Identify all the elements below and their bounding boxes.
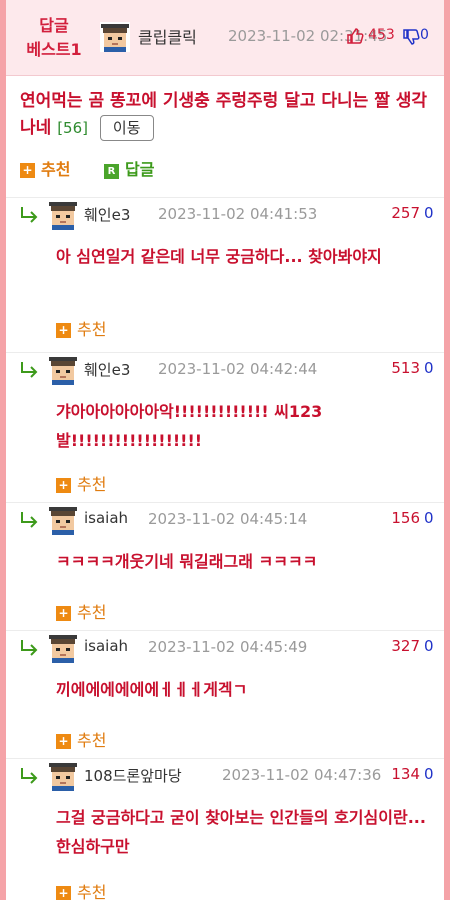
comment-item: 훼인e3 2023-11-02 04:42:44 513 0 갸아아아아아아악!… [6,352,444,502]
comment-up-count[interactable]: 513 [386,359,420,377]
comment-recommend-button[interactable]: + 추천 [56,599,106,623]
best-badge-line2: 베스트1 [26,40,82,59]
comment-recommend-label: 추천 [77,603,107,622]
best-reply-header: 답글 베스트1 클립클릭 2023-11-02 02:31:45 453 0 [6,0,444,76]
comment-date: 2023-11-02 04:47:36 [222,766,382,784]
comment-down-count[interactable]: 0 [424,359,434,377]
comment-date: 2023-11-02 04:42:44 [158,360,318,378]
comment-recommend-label: 추천 [77,320,107,339]
comment-recommend-button[interactable]: + 추천 [56,879,106,900]
comment-down-count[interactable]: 0 [424,637,434,655]
comment-text: 갸아아아아아아악!!!!!!!!!!!!! 씨123발!!!!!!!!!!!!!… [56,402,323,450]
reply-arrow-icon [21,207,38,223]
user-avatar-icon[interactable] [48,761,78,791]
best-reply-text: 연어먹는 곰 똥꼬에 기생충 주렁주렁 달고 다니는 짤 생각나네 [56] 이… [20,88,430,142]
comment-recommend-button[interactable]: + 추천 [56,471,106,495]
comment-down-count[interactable]: 0 [424,765,434,783]
user-avatar-icon[interactable] [48,505,78,535]
move-button[interactable]: 이동 [99,115,154,141]
comment-item: isaiah 2023-11-02 04:45:14 156 0 ㅋㅋㅋㅋ개웃기… [6,502,444,630]
comment-recommend-label: 추천 [77,475,107,494]
user-avatar-icon[interactable] [48,633,78,663]
reply-arrow-icon [21,640,38,656]
comment-nickname[interactable]: 훼인e3 [84,204,130,225]
best-down-count: 0 [420,27,429,43]
reply-arrow-icon [21,512,38,528]
comment-up-count[interactable]: 257 [386,204,420,222]
comment-nickname[interactable]: isaiah [84,509,128,527]
comment-recommend-label: 추천 [77,731,107,750]
comment-nickname[interactable]: isaiah [84,637,128,655]
reply-r-icon: R [104,164,119,179]
comment-recommend-button[interactable]: + 추천 [56,727,106,751]
user-avatar-icon[interactable] [48,355,78,385]
plus-icon: + [20,163,35,178]
best-reply-button[interactable]: R 답글 [104,156,154,180]
plus-icon: + [56,886,71,900]
comment-date: 2023-11-02 04:41:53 [158,205,318,223]
comment-recommend-label: 추천 [77,883,107,900]
thumbs-down-icon [403,29,420,45]
best-nickname[interactable]: 클립클릭 [138,24,197,48]
best-reply-label: 답글 [125,160,155,179]
comment-nickname[interactable]: 훼인e3 [84,359,130,380]
plus-icon: + [56,478,71,493]
comment-up-count[interactable]: 134 [386,765,420,783]
best-reply-count: [56] [57,119,88,137]
plus-icon: + [56,323,71,338]
comment-recommend-button[interactable]: + 추천 [56,316,106,340]
best-recommend-button[interactable]: + 추천 [20,156,70,180]
best-recommend-label: 추천 [41,160,71,179]
comment-item: 훼인e3 2023-11-02 04:41:53 257 0 아 심연일거 같은… [6,197,444,352]
best-up-count: 453 [368,27,395,43]
comment-text: ㅋㅋㅋㅋ개웃기네 뭐길래그래 ㅋㅋㅋㅋ [56,552,318,571]
comment-item: 108드론앞마당 2023-11-02 04:47:36 134 0 그걸 궁금… [6,758,444,900]
best-badge-line1: 답글 [39,16,69,35]
comment-date: 2023-11-02 04:45:14 [148,510,308,528]
best-badge: 답글 베스트1 [20,14,88,62]
comment-text: 아 심연일거 같은데 너무 궁금하다... 찾아봐야지 [56,247,382,266]
comment-up-count[interactable]: 327 [386,637,420,655]
user-avatar-icon[interactable] [48,200,78,230]
thumbs-up-icon [347,28,364,44]
comment-date: 2023-11-02 04:45:49 [148,638,308,656]
reply-arrow-icon [21,768,38,784]
comment-up-count[interactable]: 156 [386,509,420,527]
reply-arrow-icon [21,362,38,378]
plus-icon: + [56,734,71,749]
user-avatar-icon[interactable] [100,22,130,52]
comment-down-count[interactable]: 0 [424,509,434,527]
plus-icon: + [56,606,71,621]
comment-item: isaiah 2023-11-02 04:45:49 327 0 끼에에에에에에… [6,630,444,758]
comment-text: 그걸 궁금하다고 굳이 찾아보는 인간들의 호기심이란... 한심하구만 [56,808,426,856]
comment-panel: 답글 베스트1 클립클릭 2023-11-02 02:31:45 453 0 연… [6,0,444,900]
comment-down-count[interactable]: 0 [424,204,434,222]
comment-text: 끼에에에에에에ㅔㅔㅔ게겍ㄱ [56,680,248,699]
comment-nickname[interactable]: 108드론앞마당 [84,765,182,786]
